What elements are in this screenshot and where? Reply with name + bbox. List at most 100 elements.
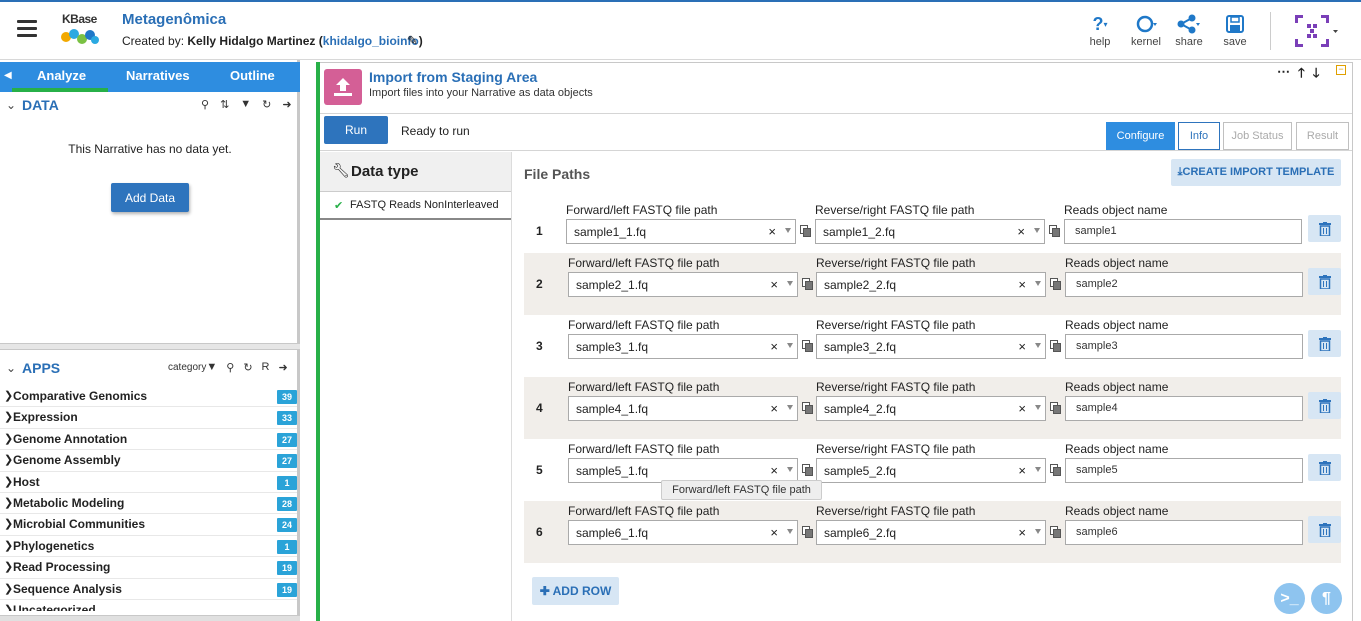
delete-row-button[interactable] (1308, 392, 1341, 419)
run-button[interactable]: Run (324, 116, 388, 144)
clear-icon[interactable]: × (1018, 525, 1026, 540)
tab-narratives[interactable]: Narratives (126, 68, 190, 83)
delete-row-button[interactable] (1308, 268, 1341, 295)
tab-info[interactable]: Info (1178, 122, 1220, 150)
dropdown-caret-icon[interactable] (787, 529, 793, 534)
arrow-right-icon[interactable]: ➜ (278, 361, 287, 374)
app-category-row[interactable]: ❯ Comparative Genomics 39 (0, 386, 297, 408)
dropdown-caret-icon[interactable] (1035, 529, 1041, 534)
dropdown-caret-icon[interactable] (787, 467, 793, 472)
collapse-cell-icon[interactable]: − (1336, 65, 1346, 75)
app-category-row[interactable]: ❯ Read Processing 19 (0, 557, 297, 579)
copy-icon[interactable] (802, 340, 813, 352)
forward-file-select[interactable]: sample1_1.fq × (566, 219, 796, 244)
menu-icon[interactable] (17, 20, 37, 37)
filter-icon[interactable]: ▼ (240, 98, 251, 111)
copy-icon[interactable] (802, 464, 813, 476)
terminal-icon[interactable]: >_ (1274, 583, 1305, 614)
delete-row-button[interactable] (1308, 215, 1341, 242)
clear-icon[interactable]: × (770, 277, 778, 292)
copy-icon[interactable] (1050, 402, 1061, 414)
dropdown-caret-icon[interactable] (787, 405, 793, 410)
copy-icon[interactable] (1050, 526, 1061, 538)
forward-file-select[interactable]: sample2_1.fq × (568, 272, 798, 297)
category-sort-button[interactable]: category▼ (168, 361, 217, 374)
forward-file-select[interactable]: sample4_1.fq × (568, 396, 798, 421)
app-category-row[interactable]: ❯ Microbial Communities 24 (0, 514, 297, 536)
panel-splitter[interactable] (0, 343, 300, 350)
sort-icon[interactable]: ⇅ (220, 98, 229, 111)
collapse-panel-icon[interactable]: ◀ (4, 70, 12, 81)
help-button[interactable]: ? ▾ help (1078, 12, 1122, 49)
copy-icon[interactable] (802, 402, 813, 414)
delete-row-button[interactable] (1308, 330, 1341, 357)
reads-object-name-input[interactable]: sample5 (1065, 458, 1303, 483)
dropdown-caret-icon[interactable] (1035, 405, 1041, 410)
reads-object-name-input[interactable]: sample6 (1065, 520, 1303, 545)
data-type-item[interactable]: ✔ FASTQ Reads NonInterleaved (320, 192, 511, 220)
reads-object-name-input[interactable]: sample1 (1064, 219, 1302, 244)
reverse-file-select[interactable]: sample3_2.fq × (816, 334, 1046, 359)
add-data-button[interactable]: Add Data (111, 183, 189, 212)
copy-icon[interactable] (802, 526, 813, 538)
copy-icon[interactable] (1049, 225, 1060, 237)
app-category-row[interactable]: ❯ Phylogenetics 1 (0, 536, 297, 558)
pilcrow-icon[interactable]: ¶ (1311, 583, 1342, 614)
save-button[interactable]: save (1213, 12, 1257, 48)
dropdown-caret-icon[interactable] (1034, 228, 1040, 233)
reads-object-name-input[interactable]: sample4 (1065, 396, 1303, 421)
clear-icon[interactable]: × (1018, 463, 1026, 478)
dropdown-caret-icon[interactable] (1035, 281, 1041, 286)
tab-job-status[interactable]: Job Status (1223, 122, 1292, 150)
clear-icon[interactable]: × (1017, 224, 1025, 239)
kernel-button[interactable]: kernel (1124, 12, 1168, 48)
narrative-title[interactable]: Metagenômica (122, 11, 226, 28)
more-options-icon[interactable]: ⋯ (1277, 64, 1290, 86)
apps-grid-icon[interactable] (1295, 15, 1339, 47)
app-category-row[interactable]: ❯ Metabolic Modeling 28 (0, 493, 297, 515)
data-section-header[interactable]: ⌄ DATA ⚲ ⇅ ▼ ↻ ➜ (0, 93, 297, 119)
copy-icon[interactable] (1050, 340, 1061, 352)
refresh-icon[interactable]: ↻ (262, 98, 271, 111)
app-category-row[interactable]: ❯ Sequence Analysis 19 (0, 579, 297, 600)
clear-icon[interactable]: × (1018, 401, 1026, 416)
dropdown-caret-icon[interactable] (1035, 467, 1041, 472)
tab-result[interactable]: Result (1296, 122, 1349, 150)
tab-analyze[interactable]: Analyze (37, 68, 86, 83)
kbase-logo[interactable]: KBase (58, 10, 102, 50)
reads-object-name-input[interactable]: sample2 (1065, 272, 1303, 297)
delete-row-button[interactable] (1308, 454, 1341, 481)
add-row-button[interactable]: ✚ ADD ROW (532, 577, 619, 605)
app-category-row[interactable]: ❯ Genome Annotation 27 (0, 429, 297, 451)
clear-icon[interactable]: × (770, 463, 778, 478)
tab-configure[interactable]: Configure (1106, 122, 1175, 150)
app-category-row[interactable]: ❯ Genome Assembly 27 (0, 450, 297, 472)
move-up-icon[interactable]: 🡑 (1298, 64, 1305, 86)
copy-icon[interactable] (1050, 278, 1061, 290)
app-category-row[interactable]: ❯ Expression 33 (0, 407, 297, 429)
reverse-file-select[interactable]: sample1_2.fq × (815, 219, 1045, 244)
clear-icon[interactable]: × (1018, 277, 1026, 292)
reads-object-name-input[interactable]: sample3 (1065, 334, 1303, 359)
tab-outline[interactable]: Outline (230, 68, 275, 83)
share-button[interactable]: share (1167, 12, 1211, 48)
dropdown-caret-icon[interactable] (1035, 343, 1041, 348)
delete-row-button[interactable] (1308, 516, 1341, 543)
clear-icon[interactable]: × (768, 224, 776, 239)
refresh-icon[interactable]: ↻ (243, 361, 252, 374)
search-icon[interactable]: ⚲ (226, 361, 234, 374)
clear-icon[interactable]: × (770, 339, 778, 354)
forward-file-select[interactable]: sample3_1.fq × (568, 334, 798, 359)
app-category-row[interactable]: ❯ Host 1 (0, 472, 297, 493)
reverse-file-select[interactable]: sample2_2.fq × (816, 272, 1046, 297)
reverse-file-select[interactable]: sample5_2.fq × (816, 458, 1046, 483)
dropdown-caret-icon[interactable] (787, 343, 793, 348)
reverse-file-select[interactable]: sample6_2.fq × (816, 520, 1046, 545)
copy-icon[interactable] (800, 225, 811, 237)
clear-icon[interactable]: × (770, 525, 778, 540)
create-import-template-button[interactable]: ⤓CREATE IMPORT TEMPLATE (1171, 159, 1341, 186)
apps-section-header[interactable]: ⌄ APPS category▼ ⚲ ↻ R ➜ (0, 356, 297, 382)
author-username-link[interactable]: khidalgo_bioinfo (323, 34, 419, 48)
copy-icon[interactable] (1050, 464, 1061, 476)
app-category-row[interactable]: ❯ Uncategorized (0, 600, 297, 611)
